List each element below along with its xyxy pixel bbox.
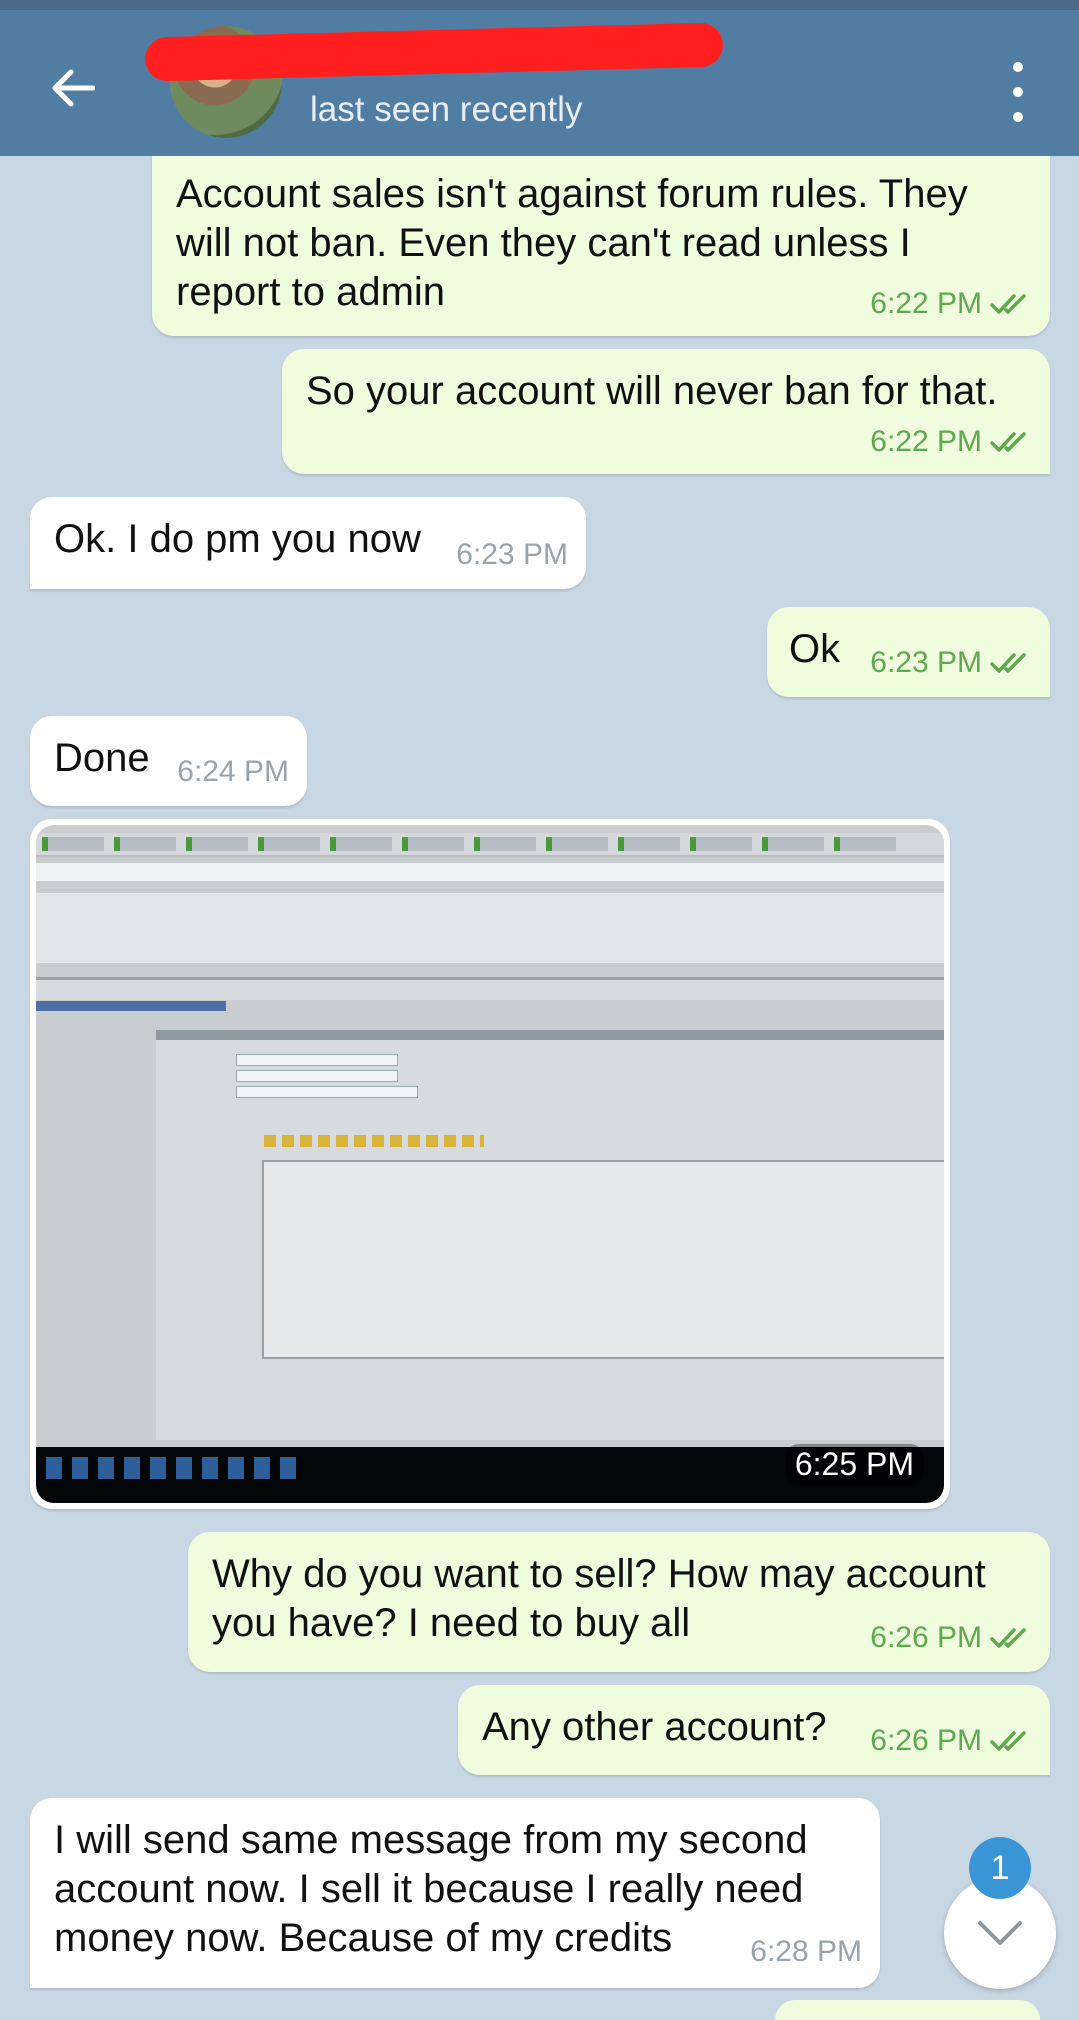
- message-text: Any other account?: [482, 1705, 827, 1749]
- message-text: Done: [54, 736, 150, 780]
- message-time: 6:22 PM: [870, 425, 982, 458]
- message-time: 6:23 PM: [870, 646, 982, 679]
- message-bubble-incoming[interactable]: Ok. I do pm you now 6:23 PM: [30, 497, 586, 589]
- message-meta: 6:26 PM: [870, 1613, 1034, 1662]
- message-bubble-outgoing[interactable]: Ok 6:23 PM: [767, 607, 1050, 697]
- message-meta: 6:22 PM: [870, 417, 1034, 466]
- back-button[interactable]: [40, 56, 104, 120]
- message-meta: 6:24 PM: [177, 747, 289, 796]
- double-check-icon: [990, 291, 1034, 317]
- message-meta: 6:26 PM: [870, 1716, 1034, 1765]
- chevron-down-icon: [978, 1921, 1022, 1945]
- message-time: 6:24 PM: [177, 755, 289, 788]
- message-bubble-outgoing[interactable]: Any other account? 6:26 PM: [458, 1685, 1050, 1775]
- more-vertical-icon: [1013, 62, 1023, 72]
- message-time: 6:26 PM: [870, 1724, 982, 1757]
- message-text: I will send same message from my second …: [54, 1818, 808, 1960]
- more-options-button[interactable]: [1000, 62, 1036, 122]
- message-bubble-outgoing[interactable]: Account sales isn't against forum rules.…: [152, 156, 1050, 336]
- photo-image[interactable]: 6:25 PM: [36, 825, 944, 1503]
- double-check-icon: [990, 1728, 1034, 1754]
- message-time: 6:23 PM: [456, 538, 568, 571]
- double-check-icon: [990, 1625, 1034, 1651]
- message-bubble-outgoing[interactable]: So your account will never ban for that.…: [282, 349, 1050, 474]
- message-text: Ok. I do pm you now: [54, 517, 421, 561]
- message-text: So your account will never ban for that.: [306, 369, 998, 413]
- message-meta: 6:23 PM: [456, 530, 568, 579]
- double-check-icon: [990, 650, 1034, 676]
- message-bubble-incoming[interactable]: Done 6:24 PM: [30, 716, 307, 806]
- message-meta: 6:28 PM: [750, 1927, 862, 1976]
- next-message-peek: [775, 2000, 1040, 2020]
- message-list[interactable]: Account sales isn't against forum rules.…: [0, 156, 1079, 2012]
- unread-count-badge: 1: [969, 1837, 1031, 1899]
- message-text: Ok: [789, 627, 841, 671]
- message-photo[interactable]: 6:25 PM: [30, 819, 950, 1509]
- message-meta: 6:22 PM: [870, 279, 1034, 328]
- message-meta: 6:23 PM: [870, 638, 1034, 687]
- system-status-strip: [0, 0, 1079, 10]
- message-time: 6:26 PM: [870, 1621, 982, 1654]
- chat-header: last seen recently: [0, 10, 1079, 156]
- message-bubble-outgoing[interactable]: Why do you want to sell? How may account…: [188, 1532, 1050, 1672]
- arrow-left-icon: [52, 69, 95, 107]
- message-bubble-incoming[interactable]: I will send same message from my second …: [30, 1798, 880, 1988]
- double-check-icon: [990, 429, 1034, 455]
- message-time: 6:22 PM: [870, 287, 982, 320]
- contact-status: last seen recently: [310, 90, 583, 129]
- message-time: 6:28 PM: [750, 1935, 862, 1968]
- message-time: 6:25 PM: [784, 1444, 924, 1485]
